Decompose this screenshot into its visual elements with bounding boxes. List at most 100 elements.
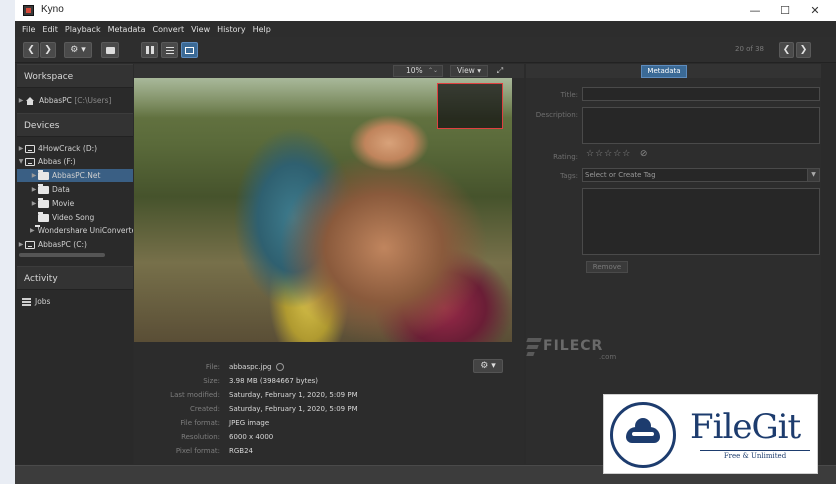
device-item[interactable]: ▶ AbbasPC (C:) [17,238,133,251]
new-folder-button[interactable] [101,42,119,58]
tags-input[interactable]: Select or Create Tag ▼ [582,168,820,182]
folder-item-wondershare[interactable]: ▶ Wondershare UniConverter [17,224,133,237]
menu-playback[interactable]: Playback [65,25,101,34]
device-item[interactable]: ▶ 4HowCrack (D:) [17,142,133,155]
filecr-text: FILECR [543,338,604,354]
folder-icon [38,197,49,208]
menu-view[interactable]: View [191,25,210,34]
back-button[interactable]: ❮ [23,42,39,58]
expand-arrow-icon[interactable]: ▶ [30,172,38,179]
file-format-label: File format: [180,419,220,427]
settings-button[interactable]: ⚙ ▾ [64,42,92,58]
menu-history[interactable]: History [217,25,245,34]
navigator-overview[interactable] [437,83,503,129]
menu-file[interactable]: File [22,25,35,34]
expand-arrow-icon[interactable]: ▶ [30,186,38,193]
workspace-path: [C:\Users] [74,96,112,105]
folder-item-data[interactable]: ▶ Data [17,183,133,196]
grid-view-button[interactable] [141,42,158,58]
toolbar: ❮ ❯ ⚙ ▾ 20 of 38 ❮ ❯ [15,37,836,63]
expand-arrow-icon[interactable]: ▶ [30,200,38,207]
previous-item-button[interactable]: ❮ [779,42,794,58]
chevron-right-icon: ❯ [799,45,808,55]
chevron-right-icon: ❯ [44,45,52,55]
file-label: File: [205,363,220,371]
menu-edit[interactable]: Edit [42,25,58,34]
jobs-item[interactable]: Jobs [17,295,133,308]
viewer-panel: 10% ⌃⌄ View ▾ ⤢ File: abbaspc.jpg Size: … [134,64,524,464]
chevron-down-icon: ▾ [477,66,481,75]
minimize-button[interactable]: — [740,0,770,21]
expand-icon[interactable]: ⤢ [494,65,506,77]
gear-icon: ⚙ ▾ [480,361,496,371]
last-modified-label: Last modified: [170,391,220,399]
filecr-watermark: FILECR .com [526,334,637,364]
created-value: Saturday, February 1, 2020, 5:09 PM [229,405,358,413]
jobs-label: Jobs [35,297,51,306]
expand-arrow-icon[interactable]: ▶ [17,97,25,104]
tags-label: Tags: [560,172,578,180]
size-label: Size: [203,377,220,385]
expand-arrow-icon[interactable]: ▶ [30,227,35,234]
folder-label: AbbasPC.Net [52,171,101,180]
filegit-logo-icon [610,402,676,468]
image-preview[interactable] [134,78,512,342]
page-count: 20 of 38 [735,45,765,53]
zoom-value: 10% [406,66,423,75]
kyno-app-icon [23,5,34,16]
expand-arrow-icon[interactable]: ▶ [17,241,25,248]
chevron-down-icon[interactable]: ▼ [807,169,819,181]
info-settings-button[interactable]: ⚙ ▾ [473,359,503,373]
next-item-button[interactable]: ❯ [796,42,811,58]
gear-icon: ⚙ ▾ [70,45,86,55]
folder-label: Movie [52,199,75,208]
tags-list[interactable] [582,188,820,255]
reveal-file-icon[interactable] [276,363,285,371]
title-bar: Kyno — ☐ ✕ [15,0,836,21]
description-field[interactable] [582,107,820,144]
expand-arrow-icon[interactable]: ▶ [17,145,25,152]
metadata-tabbar: Metadata [526,64,821,78]
collapse-arrow-icon[interactable]: ▼ [17,158,25,165]
menu-convert[interactable]: Convert [152,25,184,34]
list-view-button[interactable] [161,42,178,58]
menu-bar: File Edit Playback Metadata Convert View… [15,21,836,37]
remove-tag-button[interactable]: Remove [586,261,628,273]
filecr-logo-icon [526,336,542,358]
created-label: Created: [189,405,220,413]
drive-icon [25,157,35,166]
device-label: AbbasPC (C:) [38,240,87,249]
view-dropdown[interactable]: View ▾ [450,65,488,77]
viewer-toolbar: 10% ⌃⌄ View ▾ ⤢ [134,64,524,78]
folder-label: Video Song [52,213,95,222]
tab-metadata[interactable]: Metadata [641,65,687,78]
menu-help[interactable]: Help [253,25,271,34]
close-button[interactable]: ✕ [800,0,830,21]
maximize-button[interactable]: ☐ [770,0,800,21]
workspace-name: AbbasPC [39,96,72,105]
home-icon [25,96,35,105]
list-icon [165,46,174,54]
star-icon[interactable]: ☆☆☆☆☆ [586,149,631,159]
filegit-tagline: Free & Unlimited [700,450,810,460]
title-field[interactable] [582,87,820,101]
drive-icon [25,144,35,153]
folder-item-movie[interactable]: ▶ Movie [17,197,133,210]
device-item[interactable]: ▼ Abbas (F:) [17,155,133,168]
clear-rating-icon[interactable]: ⊘ [640,149,649,159]
menu-metadata[interactable]: Metadata [108,25,146,34]
horizontal-scrollbar[interactable] [19,253,105,257]
spinner-icon: ⌃⌄ [427,67,438,74]
rating-stars[interactable]: ☆☆☆☆☆ ⊘ [586,149,648,159]
single-view-button[interactable] [181,42,198,58]
forward-button[interactable]: ❯ [40,42,56,58]
workspace-item[interactable]: ▶ AbbasPC [C:\Users] [17,94,133,107]
file-info-panel: File: abbaspc.jpg Size: 3.98 MB (3984667… [134,342,524,464]
zoom-select[interactable]: 10% ⌃⌄ [393,65,443,77]
tags-placeholder: Select or Create Tag [585,171,656,179]
folder-icon [105,46,115,54]
grid-icon [145,46,154,54]
sidebar: Workspace ▶ AbbasPC [C:\Users] Devices ▶… [17,64,133,464]
folder-item-video-song[interactable]: Video Song [17,211,133,224]
folder-item-abbaspc-net[interactable]: ▶ AbbasPC.Net [17,169,133,182]
